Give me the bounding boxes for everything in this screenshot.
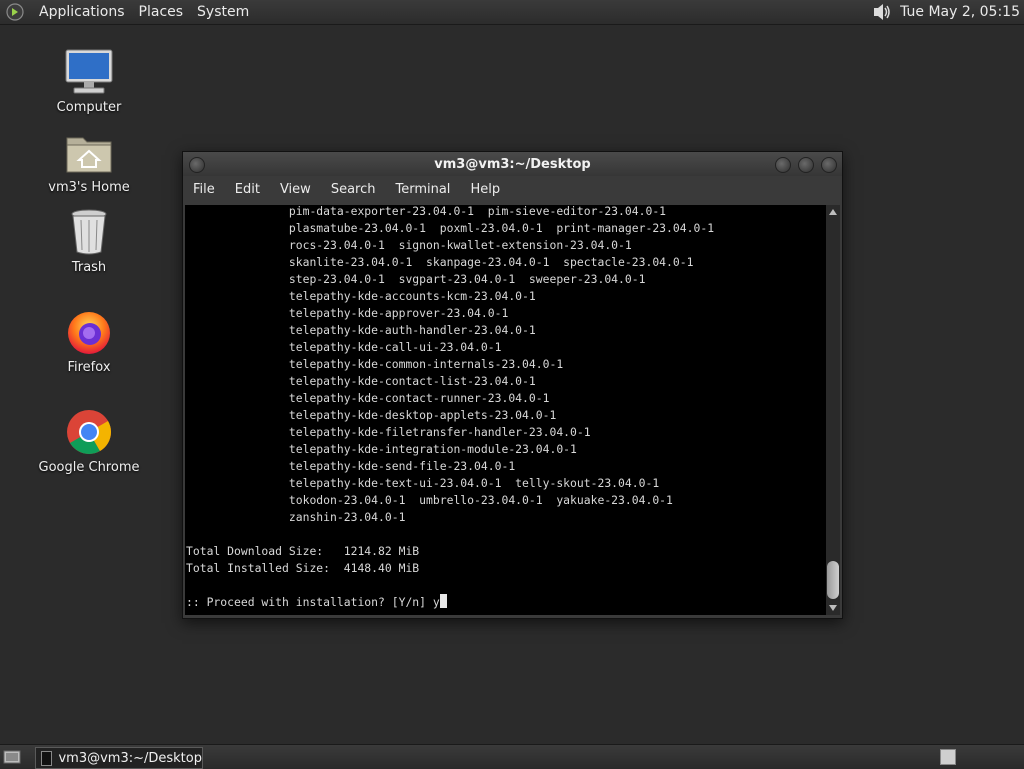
terminal-line: zanshin-23.04.0-1 xyxy=(288,510,406,524)
volume-icon[interactable] xyxy=(872,2,892,22)
home-folder-icon xyxy=(63,126,115,178)
minimize-button[interactable] xyxy=(775,157,791,173)
desktop-icon-computer[interactable]: Computer xyxy=(34,46,144,115)
workspace-switcher[interactable] xyxy=(940,749,956,765)
desktop-icon-chrome[interactable]: Google Chrome xyxy=(34,406,144,475)
menu-system[interactable]: System xyxy=(190,0,256,24)
bottom-panel: vm3@vm3:~/Desktop xyxy=(0,744,1024,769)
terminal-line: Total Download Size: 1214.82 MiB xyxy=(186,544,420,558)
chrome-icon xyxy=(63,406,115,458)
terminal-output[interactable]: pim-data-exporter-23.04.0-1 pim-sieve-ed… xyxy=(185,205,826,615)
terminal-line: telepathy-kde-contact-list-23.04.0-1 xyxy=(288,374,536,388)
desktop-icon-trash[interactable]: Trash xyxy=(34,206,144,275)
scroll-up-icon[interactable] xyxy=(829,209,837,215)
terminal-line: rocs-23.04.0-1 signon-kwallet-extension-… xyxy=(288,238,632,252)
desktop-icon-label: Google Chrome xyxy=(38,460,140,475)
desktop-icon-label: Firefox xyxy=(67,360,111,375)
terminal-line: telepathy-kde-filetransfer-handler-23.04… xyxy=(288,425,591,439)
terminal-scrollbar[interactable] xyxy=(826,205,840,615)
window-titlebar[interactable]: vm3@vm3:~/Desktop xyxy=(183,152,842,176)
taskbar-item-terminal[interactable]: vm3@vm3:~/Desktop xyxy=(35,747,203,769)
menu-file[interactable]: File xyxy=(183,178,225,202)
terminal-text: pim-data-exporter-23.04.0-1 pim-sieve-ed… xyxy=(186,205,714,611)
terminal-window[interactable]: vm3@vm3:~/Desktop File Edit View Search … xyxy=(182,151,843,619)
desktop-icon-firefox[interactable]: Firefox xyxy=(34,306,144,375)
window-menubar: File Edit View Search Terminal Help xyxy=(183,178,842,202)
window-menu-button[interactable] xyxy=(189,157,205,173)
terminal-line: telepathy-kde-approver-23.04.0-1 xyxy=(288,306,509,320)
firefox-icon xyxy=(63,306,115,358)
menu-view[interactable]: View xyxy=(270,178,321,202)
desktop-icon-label: vm3's Home xyxy=(48,180,130,195)
desktop-icon-label: Computer xyxy=(56,100,122,115)
terminal-line: telepathy-kde-call-ui-23.04.0-1 xyxy=(288,340,502,354)
show-desktop-icon[interactable] xyxy=(3,749,21,765)
menu-help[interactable]: Help xyxy=(460,178,510,202)
menu-edit[interactable]: Edit xyxy=(225,178,270,202)
distro-logo-icon[interactable] xyxy=(5,2,25,22)
menu-terminal[interactable]: Terminal xyxy=(385,178,460,202)
terminal-line: step-23.04.0-1 svgpart-23.04.0-1 sweeper… xyxy=(288,272,646,286)
menu-search[interactable]: Search xyxy=(321,178,386,202)
maximize-button[interactable] xyxy=(798,157,814,173)
menu-applications[interactable]: Applications xyxy=(32,0,132,24)
terminal-icon xyxy=(41,750,53,766)
terminal-cursor xyxy=(439,594,447,608)
terminal-prompt: :: Proceed with installation? [Y/n] y xyxy=(186,595,440,609)
taskbar-item-label: vm3@vm3:~/Desktop xyxy=(58,750,202,766)
terminal-line: skanlite-23.04.0-1 skanpage-23.04.0-1 sp… xyxy=(288,255,694,269)
terminal-line: Total Installed Size: 4148.40 MiB xyxy=(186,561,420,575)
terminal-line: telepathy-kde-contact-runner-23.04.0-1 xyxy=(288,391,550,405)
terminal-line: telepathy-kde-auth-handler-23.04.0-1 xyxy=(288,323,536,337)
trash-icon xyxy=(63,206,115,258)
computer-icon xyxy=(63,46,115,98)
desktop-icon-label: Trash xyxy=(71,260,107,275)
terminal-line: tokodon-23.04.0-1 umbrello-23.04.0-1 yak… xyxy=(288,493,673,507)
terminal-line: telepathy-kde-common-internals-23.04.0-1 xyxy=(288,357,564,371)
terminal-line: telepathy-kde-integration-module-23.04.0… xyxy=(288,442,577,456)
window-title: vm3@vm3:~/Desktop xyxy=(434,156,591,172)
terminal-line: telepathy-kde-text-ui-23.04.0-1 telly-sk… xyxy=(288,476,660,490)
close-button[interactable] xyxy=(821,157,837,173)
terminal-line: telepathy-kde-desktop-applets-23.04.0-1 xyxy=(288,408,557,422)
scroll-down-icon[interactable] xyxy=(829,605,837,611)
menu-places[interactable]: Places xyxy=(132,0,191,24)
scrollbar-thumb[interactable] xyxy=(827,561,839,599)
terminal-line: pim-data-exporter-23.04.0-1 pim-sieve-ed… xyxy=(288,205,667,218)
desktop-icon-home[interactable]: vm3's Home xyxy=(34,126,144,195)
terminal-line: telepathy-kde-send-file-23.04.0-1 xyxy=(288,459,516,473)
clock[interactable]: Tue May 2, 05:15 xyxy=(900,4,1020,20)
terminal-line: telepathy-kde-accounts-kcm-23.04.0-1 xyxy=(288,289,536,303)
terminal-line: plasmatube-23.04.0-1 poxml-23.04.0-1 pri… xyxy=(288,221,715,235)
top-panel: Applications Places System Tue May 2, 05… xyxy=(0,0,1024,25)
